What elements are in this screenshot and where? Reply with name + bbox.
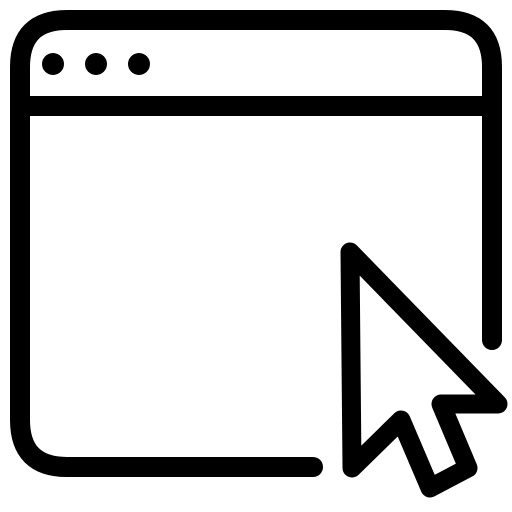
cursor-arrow-icon <box>340 242 508 498</box>
window-control-dot-2 <box>85 53 107 75</box>
browser-window-with-cursor-icon <box>10 10 508 498</box>
browser-window-frame <box>10 10 502 477</box>
icon-canvas <box>0 0 512 512</box>
window-control-dot-3 <box>128 53 150 75</box>
window-control-dot-1 <box>42 53 64 75</box>
